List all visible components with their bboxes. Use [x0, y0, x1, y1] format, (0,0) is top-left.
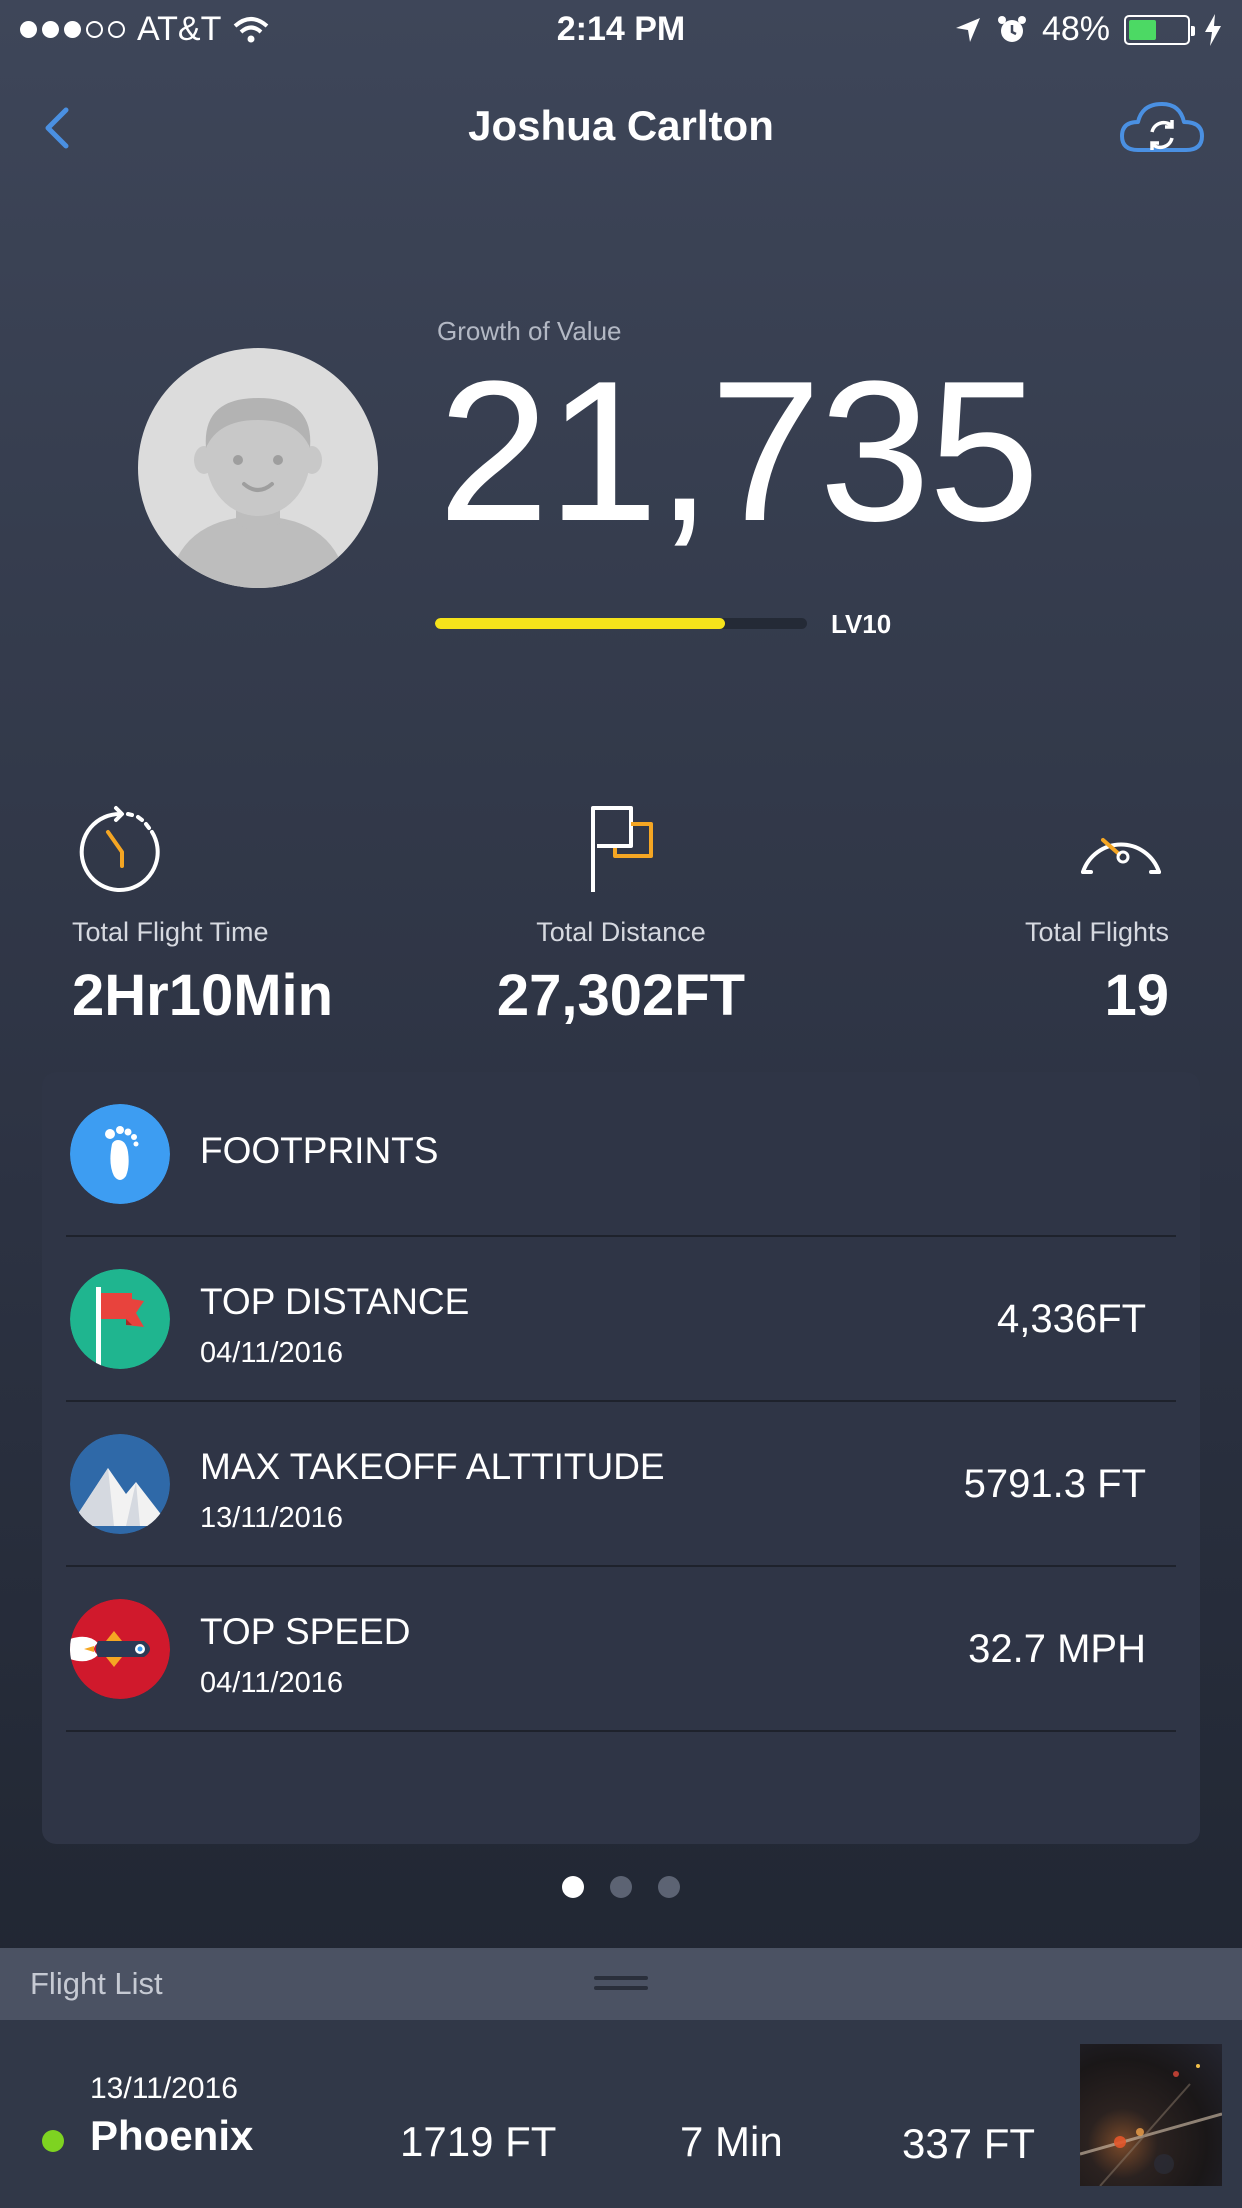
battery-icon — [1124, 14, 1195, 45]
avatar-placeholder-icon — [168, 398, 348, 588]
record-date: 13/11/2016 — [200, 1502, 343, 1534]
records-card: FOOTPRINTS TOP DISTANCE 04/11/2016 4,336… — [42, 1072, 1200, 1844]
record-title: FOOTPRINTS — [200, 1130, 439, 1171]
record-title: TOP SPEED — [200, 1611, 411, 1652]
record-title: MAX TAKEOFF ALTTITUDE — [200, 1446, 665, 1487]
charging-bolt-icon — [1205, 13, 1221, 46]
flight-list-header[interactable]: Flight List — [0, 1948, 1242, 2020]
record-row-top-speed[interactable]: TOP SPEED 04/11/2016 32.7 MPH — [66, 1567, 1176, 1732]
flight-list-item[interactable]: 13/11/2016 Phoenix 1719 FT 7 Min 337 FT — [0, 2020, 1242, 2208]
level-progress-fill — [435, 618, 726, 629]
flight-status-dot — [42, 2130, 64, 2152]
page-title: Joshua Carlton — [468, 102, 774, 149]
level-progress-bar — [435, 618, 807, 629]
flag-icon — [591, 806, 653, 892]
speedometer-icon — [1081, 838, 1161, 874]
rocket-icon — [70, 1599, 170, 1699]
record-row-max-takeoff-altitude[interactable]: MAX TAKEOFF ALTTITUDE 13/11/2016 5791.3 … — [66, 1402, 1176, 1567]
cloud-sync-icon — [1120, 102, 1204, 152]
record-date: 04/11/2016 — [200, 1337, 343, 1369]
record-row-footprints[interactable]: FOOTPRINTS — [66, 1072, 1176, 1237]
drag-handle-icon[interactable] — [594, 1976, 648, 1992]
record-value: 5791.3 FT — [963, 1462, 1146, 1506]
avatar[interactable] — [138, 348, 378, 588]
flight-altitude: 1719 FT — [400, 2118, 557, 2165]
flight-distance: 337 FT — [902, 2120, 1036, 2167]
page-dot-3[interactable] — [658, 1876, 680, 1898]
level-label: LV10 — [831, 609, 892, 639]
page-dot-2[interactable] — [610, 1876, 632, 1898]
growth-of-value-number: 21,735 — [438, 340, 1040, 563]
record-row-top-distance[interactable]: TOP DISTANCE 04/11/2016 4,336FT — [66, 1237, 1176, 1402]
cloud-sync-button[interactable] — [1118, 96, 1206, 160]
stat-value: 19 — [1104, 963, 1169, 1028]
flight-location: Phoenix — [90, 2112, 254, 2159]
stat-total-flights: Total Flights 19 — [1025, 800, 1169, 1029]
nav-bar: Joshua Carlton — [0, 80, 1242, 170]
status-right: 48% — [954, 10, 1222, 49]
flight-thumbnail-image[interactable] — [1080, 2044, 1222, 2186]
flight-duration: 7 Min — [680, 2118, 783, 2165]
mountain-icon — [70, 1434, 170, 1534]
red-flag-icon — [70, 1269, 170, 1369]
record-date: 04/11/2016 — [200, 1667, 343, 1699]
flight-date: 13/11/2016 — [90, 2072, 238, 2105]
record-value: 4,336FT — [997, 1297, 1146, 1341]
page-dot-1[interactable] — [562, 1876, 584, 1898]
flight-list-title: Flight List — [30, 1966, 163, 2001]
location-arrow-icon — [955, 17, 980, 42]
page-indicator — [0, 1876, 1242, 1898]
alarm-icon — [997, 15, 1026, 42]
status-bar: AT&T 2:14 PM 48% — [0, 0, 1242, 60]
battery-percent: 48% — [1041, 10, 1110, 48]
record-title: TOP DISTANCE — [200, 1281, 470, 1322]
footprints-icon — [70, 1104, 170, 1204]
stat-label: Total Flights — [1024, 917, 1169, 947]
record-value: 32.7 MPH — [968, 1627, 1146, 1671]
